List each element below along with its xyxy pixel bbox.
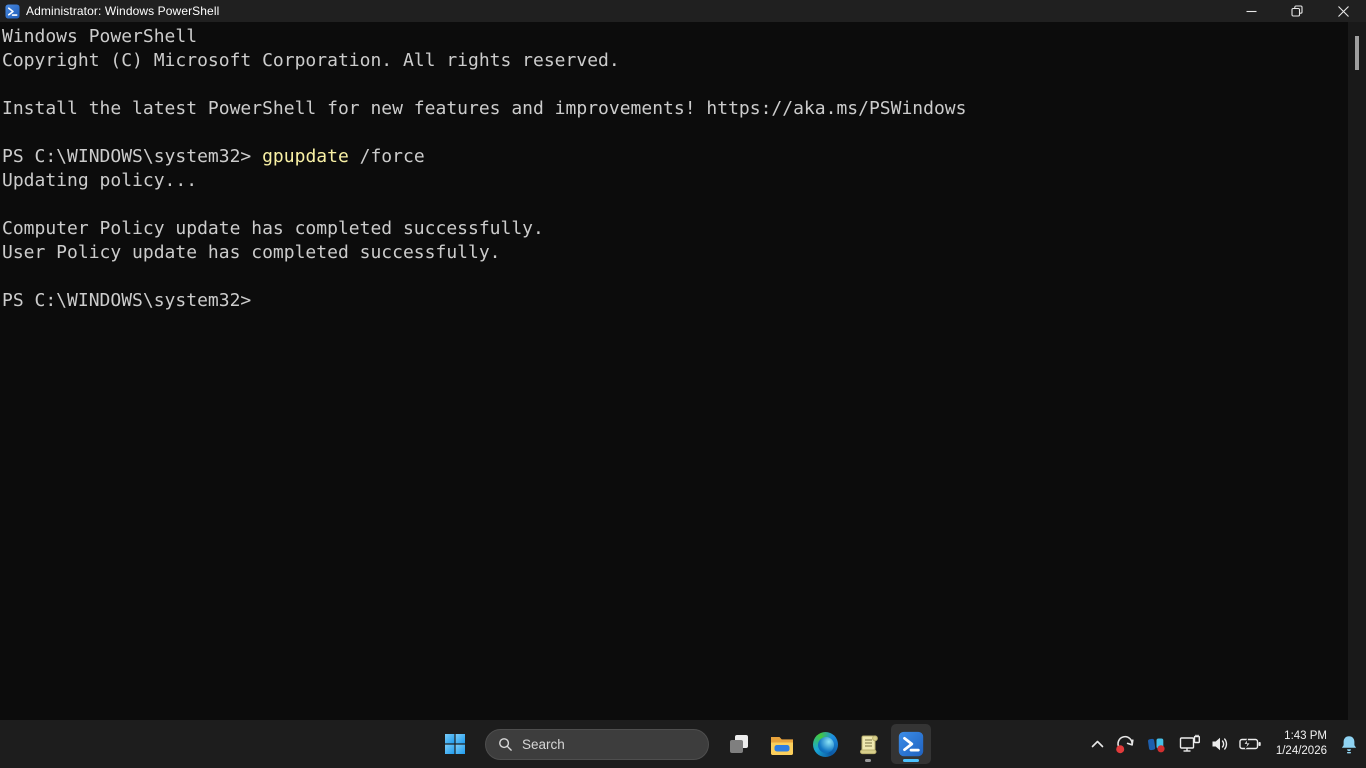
system-tray: 1:43 PM 1/24/2026 xyxy=(1085,720,1364,768)
app-notification-tray-button[interactable] xyxy=(1141,724,1172,764)
terminal-line: Computer Policy update has completed suc… xyxy=(2,217,1348,241)
terminal-text: /force xyxy=(349,146,425,167)
file-explorer-icon xyxy=(769,731,795,757)
terminal-output[interactable]: Windows PowerShell Copyright (C) Microsof… xyxy=(0,22,1348,720)
terminal-text: Computer Policy update has completed suc… xyxy=(2,218,544,239)
notification-center-button[interactable] xyxy=(1334,724,1364,764)
clock[interactable]: 1:43 PM 1/24/2026 xyxy=(1269,729,1334,759)
terminal-command-text: gpupdate xyxy=(262,146,349,167)
quick-settings-button[interactable] xyxy=(1172,724,1269,764)
desktop: Administrator: Windows PowerShell Window… xyxy=(0,0,1366,768)
ethernet-icon xyxy=(1179,734,1201,754)
powershell-icon xyxy=(898,731,924,757)
terminal-line: User Policy update has completed success… xyxy=(2,241,1348,265)
clock-time: 1:43 PM xyxy=(1276,729,1327,744)
terminal-text: Install the latest PowerShell for new fe… xyxy=(2,98,967,119)
chevron-up-icon xyxy=(1090,738,1105,750)
window-controls xyxy=(1228,0,1366,22)
terminal-line xyxy=(2,121,1348,145)
terminal-line: Updating policy... xyxy=(2,169,1348,193)
scrollbar-thumb[interactable] xyxy=(1355,36,1359,70)
file-explorer-button[interactable] xyxy=(762,724,802,764)
update-restart-icon xyxy=(1115,734,1136,755)
battery-charging-icon xyxy=(1239,735,1262,753)
terminal-line xyxy=(2,73,1348,97)
terminal-line: Windows PowerShell xyxy=(2,25,1348,49)
terminal-text: User Policy update has completed success… xyxy=(2,242,501,263)
terminal-text: Windows PowerShell xyxy=(2,26,197,47)
terminal-line: PS C:\WINDOWS\system32> gpupdate /force xyxy=(2,145,1348,169)
close-icon xyxy=(1338,6,1349,17)
terminal-line xyxy=(2,193,1348,217)
search-icon xyxy=(498,737,513,752)
edge-icon xyxy=(813,732,838,757)
terminal-text: PS C:\WINDOWS\system32> xyxy=(2,290,251,311)
minimize-button[interactable] xyxy=(1228,0,1274,22)
running-indicator xyxy=(865,759,871,762)
clock-date: 1/24/2026 xyxy=(1276,744,1327,759)
restore-button[interactable] xyxy=(1274,0,1320,22)
terminal-line: Copyright (C) Microsoft Corporation. All… xyxy=(2,49,1348,73)
restore-icon xyxy=(1291,5,1303,17)
terminal-text: Copyright (C) Microsoft Corporation. All… xyxy=(2,50,620,71)
edge-button[interactable] xyxy=(805,724,845,764)
update-restart-tray-button[interactable] xyxy=(1110,724,1141,764)
taskbar-center: Search xyxy=(435,720,931,768)
task-view-icon xyxy=(727,732,751,756)
powershell-icon xyxy=(5,4,20,19)
terminal-line xyxy=(2,265,1348,289)
powershell-taskbar-button[interactable] xyxy=(891,724,931,764)
terminal-text: Updating policy... xyxy=(2,170,197,191)
terminal-line: Install the latest PowerShell for new fe… xyxy=(2,97,1348,121)
group-policy-editor-button[interactable] xyxy=(848,724,888,764)
search-placeholder: Search xyxy=(522,737,565,752)
terminal-text: PS C:\WINDOWS\system32> xyxy=(2,146,262,167)
start-button[interactable] xyxy=(435,724,475,764)
search-input[interactable]: Search xyxy=(485,729,709,760)
window-title: Administrator: Windows PowerShell xyxy=(26,4,219,18)
terminal-line: PS C:\WINDOWS\system32> xyxy=(2,289,1348,313)
volume-icon xyxy=(1210,734,1230,754)
app-notification-icon xyxy=(1146,734,1167,755)
minimize-icon xyxy=(1246,6,1257,17)
tray-overflow-button[interactable] xyxy=(1085,724,1110,764)
active-indicator xyxy=(903,759,919,762)
close-button[interactable] xyxy=(1320,0,1366,22)
titlebar[interactable]: Administrator: Windows PowerShell xyxy=(0,0,1366,22)
task-view-button[interactable] xyxy=(719,724,759,764)
notification-bell-icon xyxy=(1339,734,1359,755)
windows-logo-icon xyxy=(443,732,467,756)
group-policy-scroll-icon xyxy=(856,732,880,756)
terminal-scrollbar[interactable] xyxy=(1348,22,1366,720)
taskbar: Search xyxy=(0,720,1366,768)
